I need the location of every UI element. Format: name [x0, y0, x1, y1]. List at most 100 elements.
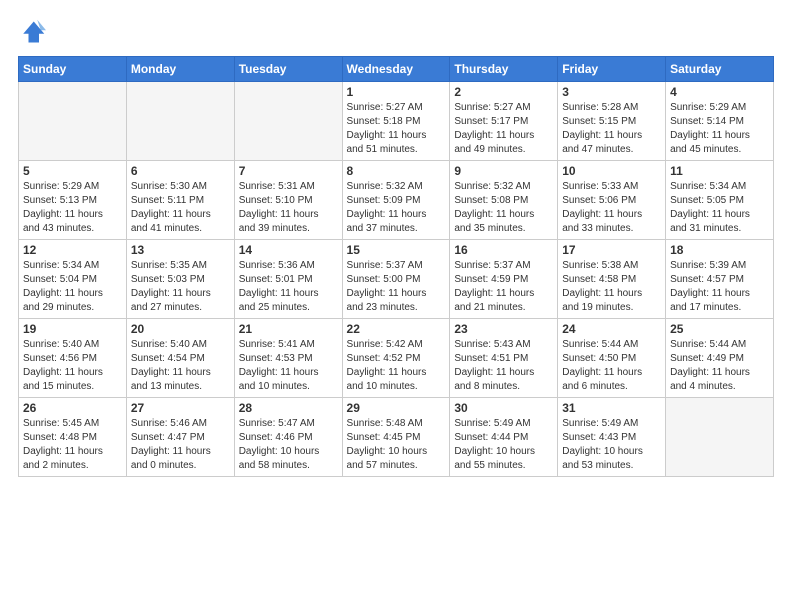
- cell-date-number: 23: [454, 322, 553, 336]
- cell-date-number: 1: [347, 85, 446, 99]
- cell-date-number: 18: [670, 243, 769, 257]
- cell-date-number: 14: [239, 243, 338, 257]
- cell-info: Sunrise: 5:35 AM Sunset: 5:03 PM Dayligh…: [131, 259, 230, 315]
- week-row-2: 5 Sunrise: 5:29 AM Sunset: 5:13 PM Daylig…: [19, 161, 774, 240]
- cell-info: Sunrise: 5:44 AM Sunset: 4:50 PM Dayligh…: [562, 338, 661, 394]
- day-header-sunday: Sunday: [19, 57, 127, 82]
- cell-info: Sunrise: 5:27 AM Sunset: 5:17 PM Dayligh…: [454, 101, 553, 157]
- day-header-monday: Monday: [126, 57, 234, 82]
- cell-info: Sunrise: 5:43 AM Sunset: 4:51 PM Dayligh…: [454, 338, 553, 394]
- cell-date-number: 13: [131, 243, 230, 257]
- cell-date-number: 26: [23, 401, 122, 415]
- cell-info: Sunrise: 5:37 AM Sunset: 4:59 PM Dayligh…: [454, 259, 553, 315]
- calendar-table: SundayMondayTuesdayWednesdayThursdayFrid…: [18, 56, 774, 477]
- day-cell-22: 22Sunrise: 5:42 AM Sunset: 4:52 PM Dayli…: [342, 319, 450, 398]
- day-cell-25: 25 Sunrise: 5:44 AM Sunset: 4:49 PM Dayli…: [666, 319, 774, 398]
- cell-info: Sunrise: 5:49 AM Sunset: 4:43 PM Dayligh…: [562, 417, 661, 473]
- day-cell-26: 26 Sunrise: 5:45 AM Sunset: 4:48 PM Dayli…: [19, 398, 127, 477]
- cell-date-number: 27: [131, 401, 230, 415]
- cell-info: Sunrise: 5:39 AM Sunset: 4:57 PM Dayligh…: [670, 259, 769, 315]
- cell-date-number: 20: [131, 322, 230, 336]
- day-cell-1: 1 Sunrise: 5:27 AM Sunset: 5:18 PM Daylig…: [342, 82, 450, 161]
- cell-date-number: 16: [454, 243, 553, 257]
- day-cell-5: 5 Sunrise: 5:29 AM Sunset: 5:13 PM Daylig…: [19, 161, 127, 240]
- cell-info: Sunrise: 5:49 AM Sunset: 4:44 PM Dayligh…: [454, 417, 553, 473]
- day-cell-2: 2 Sunrise: 5:27 AM Sunset: 5:17 PM Daylig…: [450, 82, 558, 161]
- cell-info: Sunrise: 5:47 AM Sunset: 4:46 PM Dayligh…: [239, 417, 338, 473]
- cell-info: Sunrise: 5:36 AM Sunset: 5:01 PM Dayligh…: [239, 259, 338, 315]
- cell-date-number: 4: [670, 85, 769, 99]
- day-cell-30: 30 Sunrise: 5:49 AM Sunset: 4:44 PM Dayli…: [450, 398, 558, 477]
- cell-info: Sunrise: 5:30 AM Sunset: 5:11 PM Dayligh…: [131, 180, 230, 236]
- day-header-friday: Friday: [558, 57, 666, 82]
- empty-cell: [234, 82, 342, 161]
- day-cell-14: 14 Sunrise: 5:36 AM Sunset: 5:01 PM Dayli…: [234, 240, 342, 319]
- cell-info: Sunrise: 5:38 AM Sunset: 4:58 PM Dayligh…: [562, 259, 661, 315]
- cell-date-number: 25: [670, 322, 769, 336]
- cell-info: Sunrise: 5:34 AM Sunset: 5:04 PM Dayligh…: [23, 259, 122, 315]
- day-cell-24: 24 Sunrise: 5:44 AM Sunset: 4:50 PM Dayli…: [558, 319, 666, 398]
- cell-info: Sunrise: 5:33 AM Sunset: 5:06 PM Dayligh…: [562, 180, 661, 236]
- cell-date-number: 3: [562, 85, 661, 99]
- day-cell-18: 18 Sunrise: 5:39 AM Sunset: 4:57 PM Dayli…: [666, 240, 774, 319]
- cell-info: Sunrise: 5:37 AM Sunset: 5:00 PM Dayligh…: [347, 259, 446, 315]
- cell-info: Sunrise: 5:48 AM Sunset: 4:45 PM Dayligh…: [347, 417, 446, 473]
- logo: [18, 18, 50, 46]
- cell-date-number: 28: [239, 401, 338, 415]
- day-cell-12: 12 Sunrise: 5:34 AM Sunset: 5:04 PM Dayli…: [19, 240, 127, 319]
- day-cell-13: 13 Sunrise: 5:35 AM Sunset: 5:03 PM Dayli…: [126, 240, 234, 319]
- day-cell-16: 16 Sunrise: 5:37 AM Sunset: 4:59 PM Dayli…: [450, 240, 558, 319]
- cell-date-number: 15: [347, 243, 446, 257]
- cell-date-number: 29: [347, 401, 446, 415]
- cell-date-number: 17: [562, 243, 661, 257]
- empty-cell: [19, 82, 127, 161]
- day-header-tuesday: Tuesday: [234, 57, 342, 82]
- day-cell-9: 9Sunrise: 5:32 AM Sunset: 5:08 PM Daylig…: [450, 161, 558, 240]
- day-header-row: SundayMondayTuesdayWednesdayThursdayFrid…: [19, 57, 774, 82]
- day-cell-6: 6 Sunrise: 5:30 AM Sunset: 5:11 PM Daylig…: [126, 161, 234, 240]
- cell-date-number: 11: [670, 164, 769, 178]
- header: [18, 18, 774, 46]
- day-header-thursday: Thursday: [450, 57, 558, 82]
- cell-date-number: 12: [23, 243, 122, 257]
- day-cell-29: 29 Sunrise: 5:48 AM Sunset: 4:45 PM Dayli…: [342, 398, 450, 477]
- cell-info: Sunrise: 5:29 AM Sunset: 5:14 PM Dayligh…: [670, 101, 769, 157]
- cell-date-number: 24: [562, 322, 661, 336]
- week-row-1: 1 Sunrise: 5:27 AM Sunset: 5:18 PM Daylig…: [19, 82, 774, 161]
- empty-cell: [126, 82, 234, 161]
- cell-info: Sunrise: 5:29 AM Sunset: 5:13 PM Dayligh…: [23, 180, 122, 236]
- day-cell-17: 17 Sunrise: 5:38 AM Sunset: 4:58 PM Dayli…: [558, 240, 666, 319]
- day-cell-27: 27 Sunrise: 5:46 AM Sunset: 4:47 PM Dayli…: [126, 398, 234, 477]
- cell-date-number: 5: [23, 164, 122, 178]
- cell-info: Sunrise: 5:32 AM Sunset: 5:08 PM Dayligh…: [454, 180, 553, 236]
- cell-date-number: 21: [239, 322, 338, 336]
- cell-info: Sunrise: 5:40 AM Sunset: 4:54 PM Dayligh…: [131, 338, 230, 394]
- cell-date-number: 10: [562, 164, 661, 178]
- week-row-3: 12 Sunrise: 5:34 AM Sunset: 5:04 PM Dayli…: [19, 240, 774, 319]
- cell-date-number: 31: [562, 401, 661, 415]
- cell-info: Sunrise: 5:41 AM Sunset: 4:53 PM Dayligh…: [239, 338, 338, 394]
- day-cell-8: 8Sunrise: 5:32 AM Sunset: 5:09 PM Daylig…: [342, 161, 450, 240]
- cell-date-number: 8: [347, 164, 446, 178]
- cell-date-number: 6: [131, 164, 230, 178]
- cell-date-number: 30: [454, 401, 553, 415]
- week-row-5: 26 Sunrise: 5:45 AM Sunset: 4:48 PM Dayli…: [19, 398, 774, 477]
- day-cell-19: 19Sunrise: 5:40 AM Sunset: 4:56 PM Dayli…: [19, 319, 127, 398]
- cell-info: Sunrise: 5:27 AM Sunset: 5:18 PM Dayligh…: [347, 101, 446, 157]
- logo-icon: [18, 18, 46, 46]
- day-cell-7: 7Sunrise: 5:31 AM Sunset: 5:10 PM Daylig…: [234, 161, 342, 240]
- cell-info: Sunrise: 5:31 AM Sunset: 5:10 PM Dayligh…: [239, 180, 338, 236]
- cell-info: Sunrise: 5:45 AM Sunset: 4:48 PM Dayligh…: [23, 417, 122, 473]
- empty-cell: [666, 398, 774, 477]
- day-cell-4: 4 Sunrise: 5:29 AM Sunset: 5:14 PM Daylig…: [666, 82, 774, 161]
- cell-info: Sunrise: 5:46 AM Sunset: 4:47 PM Dayligh…: [131, 417, 230, 473]
- cell-info: Sunrise: 5:42 AM Sunset: 4:52 PM Dayligh…: [347, 338, 446, 394]
- cell-date-number: 2: [454, 85, 553, 99]
- week-row-4: 19Sunrise: 5:40 AM Sunset: 4:56 PM Dayli…: [19, 319, 774, 398]
- day-cell-21: 21 Sunrise: 5:41 AM Sunset: 4:53 PM Dayli…: [234, 319, 342, 398]
- cell-info: Sunrise: 5:44 AM Sunset: 4:49 PM Dayligh…: [670, 338, 769, 394]
- day-cell-23: 23 Sunrise: 5:43 AM Sunset: 4:51 PM Dayli…: [450, 319, 558, 398]
- cell-info: Sunrise: 5:34 AM Sunset: 5:05 PM Dayligh…: [670, 180, 769, 236]
- day-header-wednesday: Wednesday: [342, 57, 450, 82]
- day-header-saturday: Saturday: [666, 57, 774, 82]
